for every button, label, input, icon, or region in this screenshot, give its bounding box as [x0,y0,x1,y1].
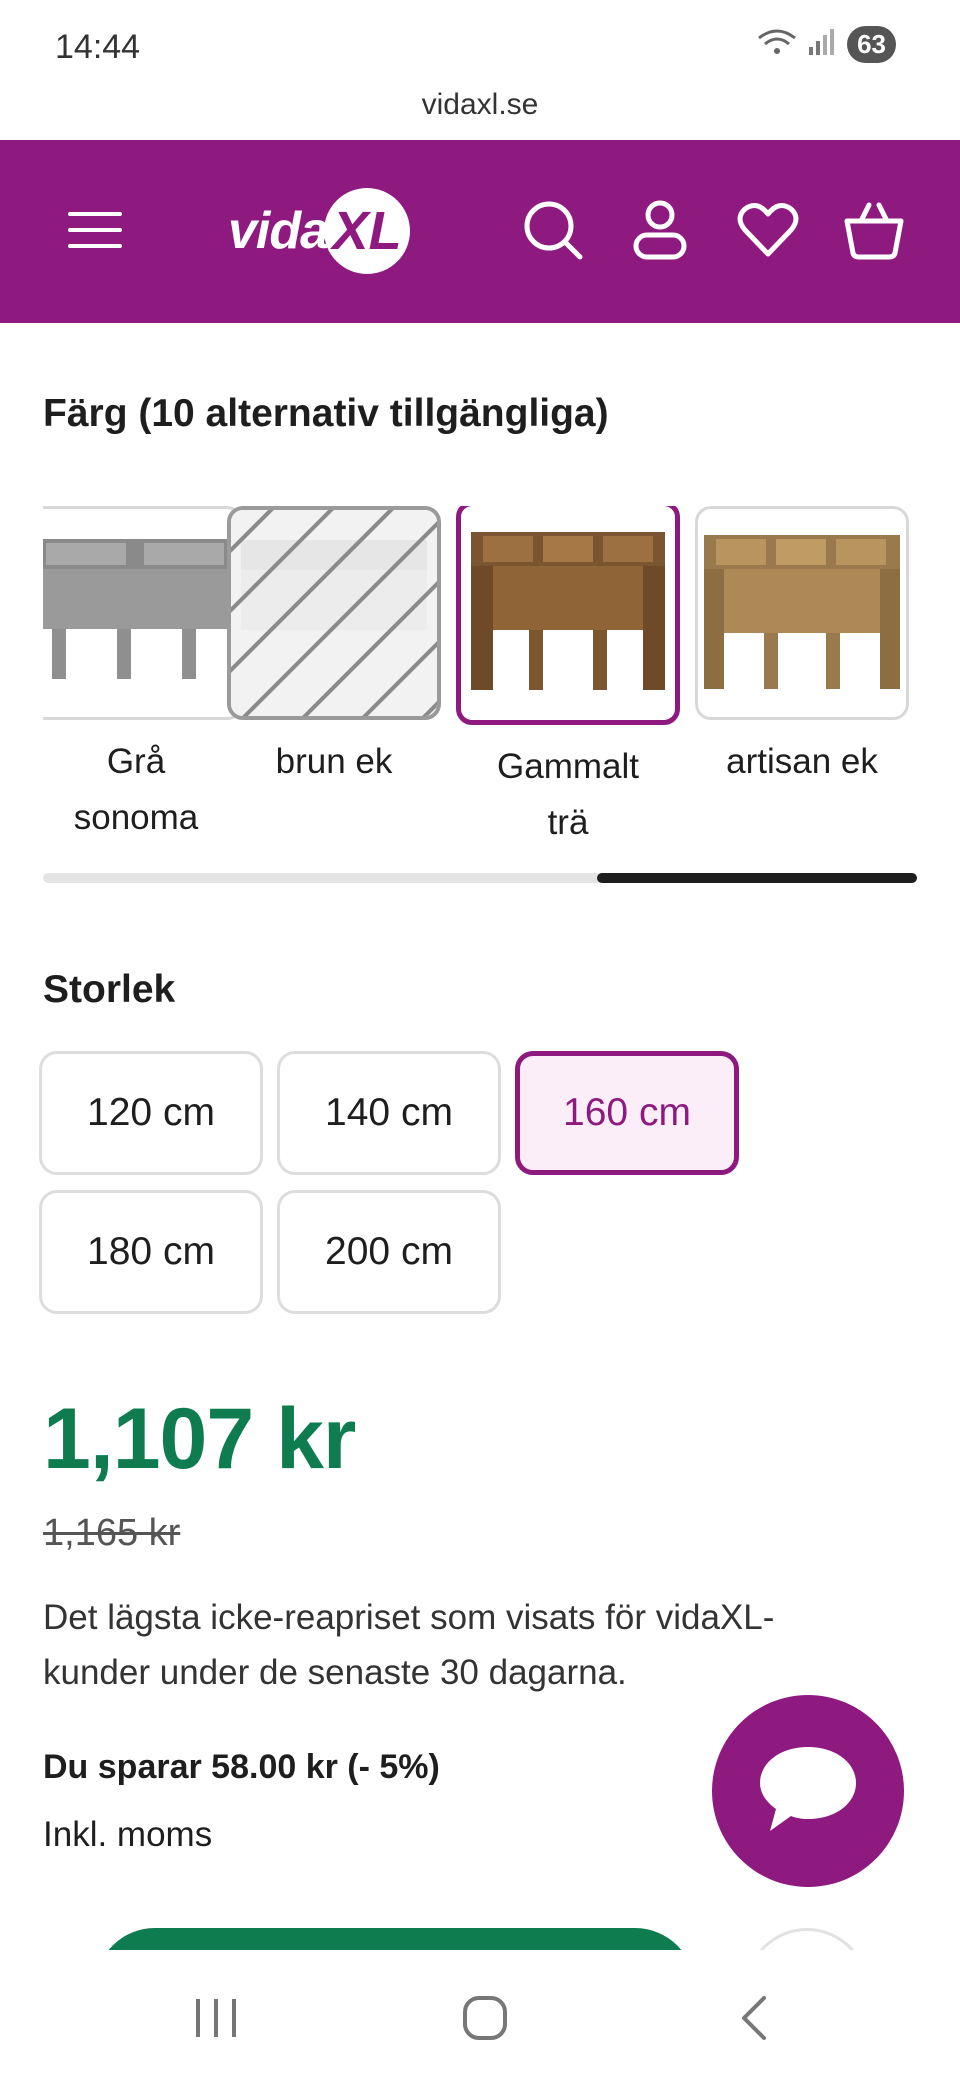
color-label-line1: Grå [106,742,166,781]
size-option-140[interactable]: 140 cm [277,1051,501,1175]
search-icon[interactable] [513,190,593,270]
recent-apps-icon[interactable] [176,1978,256,2058]
chat-button[interactable] [712,1695,904,1887]
old-price: 1,165 kr [43,1512,181,1554]
color-swatch-selected [456,506,680,725]
status-time: 14:44 [55,28,141,66]
signal-icon [807,27,837,62]
heart-icon[interactable] [728,190,808,270]
back-icon[interactable] [714,1978,794,2058]
basket-icon[interactable] [834,190,914,270]
color-label-line1: brun ek [275,742,393,781]
status-bar: 14:44 63 [0,0,960,90]
color-swatch [227,506,441,720]
status-icons: 63 [757,26,896,63]
current-price: 1,107 kr [43,1391,356,1487]
color-swatch [43,506,243,720]
size-section-title: Storlek [43,968,176,1011]
color-option-gammalt-tra[interactable]: Gammalt trä [456,506,680,846]
color-label: brun ek [227,734,441,790]
color-option-brun-ek[interactable]: brun ek [227,506,441,790]
color-options-carousel[interactable]: Grå sonoma brun ek Gammalt trä artisan e… [43,506,917,846]
color-swatch [695,506,909,720]
site-header: vida XL [0,140,960,323]
color-label: artisan ek [695,734,909,790]
vidaxl-logo[interactable]: vida XL [228,186,411,276]
chat-bubble-icon [756,1741,860,1842]
color-label-line2: trä [547,803,589,842]
battery-indicator: 63 [847,26,896,63]
url-bar[interactable]: vidaxl.se [0,88,960,122]
home-icon[interactable] [445,1978,525,2058]
size-option-200[interactable]: 200 cm [277,1190,501,1314]
logo-xl-badge: XL [324,188,411,274]
color-label: Grå sonoma [43,734,243,846]
color-label-line1: Gammalt [497,747,639,786]
color-label-line2: sonoma [73,798,199,837]
size-option-180[interactable]: 180 cm [39,1190,263,1314]
size-option-160-selected[interactable]: 160 cm [515,1051,739,1175]
carousel-scroll-thumb[interactable] [597,873,917,883]
color-label-line1: artisan ek [726,742,878,781]
color-section-title: Färg (10 alternativ tillgängliga) [43,392,609,435]
size-option-120[interactable]: 120 cm [39,1051,263,1175]
price-note: Det lägsta icke-reapriset som visats för… [43,1598,775,1692]
android-nav-bar [0,1950,960,2080]
logo-text: vida [228,202,329,260]
color-label: Gammalt trä [461,739,675,846]
savings-text: Du sparar 58.00 kr (- 5%) [43,1748,440,1786]
color-option-gra-sonoma[interactable]: Grå sonoma [43,506,243,846]
vat-text: Inkl. moms [43,1815,213,1854]
account-icon[interactable] [620,190,700,270]
color-option-artisan-ek[interactable]: artisan ek [695,506,909,790]
wifi-icon [757,26,797,63]
menu-icon[interactable] [56,190,136,270]
